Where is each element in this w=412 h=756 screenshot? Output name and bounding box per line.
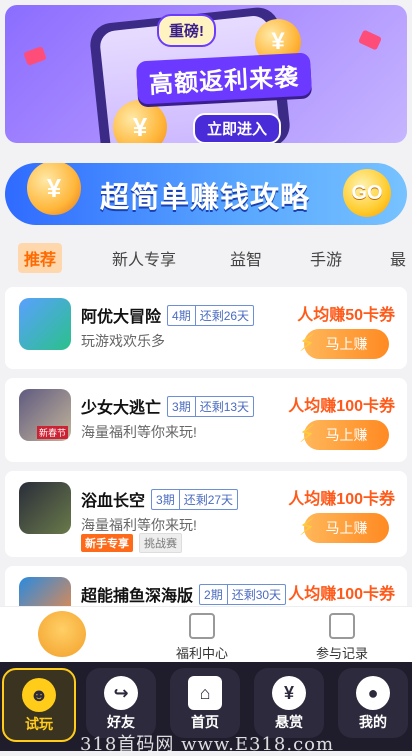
- game-desc: 海量福利等你来玩!: [81, 517, 197, 533]
- hero-banner[interactable]: ¥ ¥ 重磅! 高额返利来袭 立即进入: [5, 5, 407, 143]
- newbie-tag: 新手专享: [81, 534, 133, 552]
- earn-now-button[interactable]: ⚡ 马上赚: [299, 420, 389, 450]
- earning-guide-banner[interactable]: ¥ 超简单赚钱攻略 GO: [5, 163, 407, 225]
- tab-newcomer[interactable]: 新人专享: [112, 246, 176, 270]
- hero-headline: 高额返利来袭: [135, 52, 313, 105]
- gift-icon: [189, 613, 215, 639]
- bolt-icon: ⚡: [298, 514, 316, 541]
- go-button[interactable]: GO: [343, 169, 391, 217]
- red-envelope-icon: [357, 29, 383, 51]
- reward-text: 人均赚100卡券: [288, 491, 395, 508]
- tab-more[interactable]: 最: [390, 246, 406, 270]
- earning-guide-title: 超简单赚钱攻略: [100, 182, 311, 214]
- game-name: 超能捕鱼深海版: [81, 588, 194, 605]
- secondary-nav: 福利中心 参与记录: [0, 606, 412, 663]
- nav-profile[interactable]: ● 我的: [338, 668, 408, 738]
- bolt-icon: ⚡: [298, 330, 316, 357]
- yen-icon: ¥: [272, 676, 306, 710]
- period-badge: 4期 还剩26天: [167, 305, 255, 326]
- game-name: 少女大逃亡: [81, 400, 162, 417]
- tab-mobile-games[interactable]: 手游: [310, 246, 342, 270]
- tag-row: 新手专享 挑战赛: [81, 533, 188, 553]
- nav-friends[interactable]: ↪ 好友: [86, 668, 156, 738]
- red-envelope-icon: [23, 46, 47, 66]
- period-badge: 2期 还剩30天: [199, 584, 287, 605]
- face-icon: ☻: [22, 678, 56, 712]
- game-desc: 海量福利等你来玩!: [81, 424, 197, 440]
- game-name: 阿优大冒险: [81, 309, 162, 326]
- period-badge: 3期 还剩27天: [151, 489, 239, 510]
- bolt-icon: ⚡: [298, 421, 316, 448]
- hero-tag: 重磅!: [157, 14, 216, 47]
- period-badge: 3期 还剩13天: [167, 396, 255, 417]
- game-icon: [19, 298, 71, 350]
- game-icon: [19, 482, 71, 534]
- challenge-tag: 挑战赛: [139, 533, 182, 553]
- share-icon: ↪: [104, 676, 138, 710]
- game-desc: 玩游戏欢乐多: [81, 333, 165, 349]
- tiger-mascot-icon[interactable]: [38, 611, 86, 657]
- game-card[interactable]: 浴血长空 3期 还剩27天 海量福利等你来玩! 新手专享 挑战赛 人均赚100卡券 ⚡…: [5, 471, 407, 557]
- nav-trial[interactable]: ☻ 试玩: [2, 668, 76, 742]
- reward-text: 人均赚100卡券: [288, 398, 395, 415]
- coin-icon: ¥: [27, 163, 81, 215]
- reward-text: 人均赚50卡券: [297, 307, 395, 324]
- home-icon: ⌂: [188, 676, 222, 710]
- game-card[interactable]: 阿优大冒险 4期 还剩26天 玩游戏欢乐多 人均赚50卡券 ⚡ 马上赚: [5, 287, 407, 369]
- game-icon: 新春节: [19, 389, 71, 441]
- earn-now-button[interactable]: ⚡ 马上赚: [299, 513, 389, 543]
- profile-icon: ●: [356, 676, 390, 710]
- tab-recommend[interactable]: 推荐: [18, 243, 63, 273]
- participation-records-button[interactable]: 参与记录: [316, 613, 368, 662]
- list-icon: [329, 613, 355, 639]
- nav-bounty[interactable]: ¥ 悬赏: [254, 668, 324, 738]
- enter-now-button[interactable]: 立即进入: [193, 113, 282, 143]
- earn-now-button[interactable]: ⚡ 马上赚: [299, 329, 389, 359]
- tab-puzzle[interactable]: 益智: [230, 246, 262, 270]
- category-tabs: 推荐 新人专享 益智 手游 最: [0, 240, 412, 276]
- reward-text: 人均赚100卡券: [288, 586, 395, 603]
- game-name: 浴血长空: [81, 493, 146, 510]
- watermark: 318首码网 www.E318.com: [80, 734, 335, 755]
- game-card[interactable]: 新春节 少女大逃亡 3期 还剩13天 海量福利等你来玩! 人均赚100卡券 ⚡ 马上赚: [5, 378, 407, 462]
- nav-home[interactable]: ⌂ 首页: [170, 668, 240, 738]
- welfare-center-button[interactable]: 福利中心: [176, 613, 228, 662]
